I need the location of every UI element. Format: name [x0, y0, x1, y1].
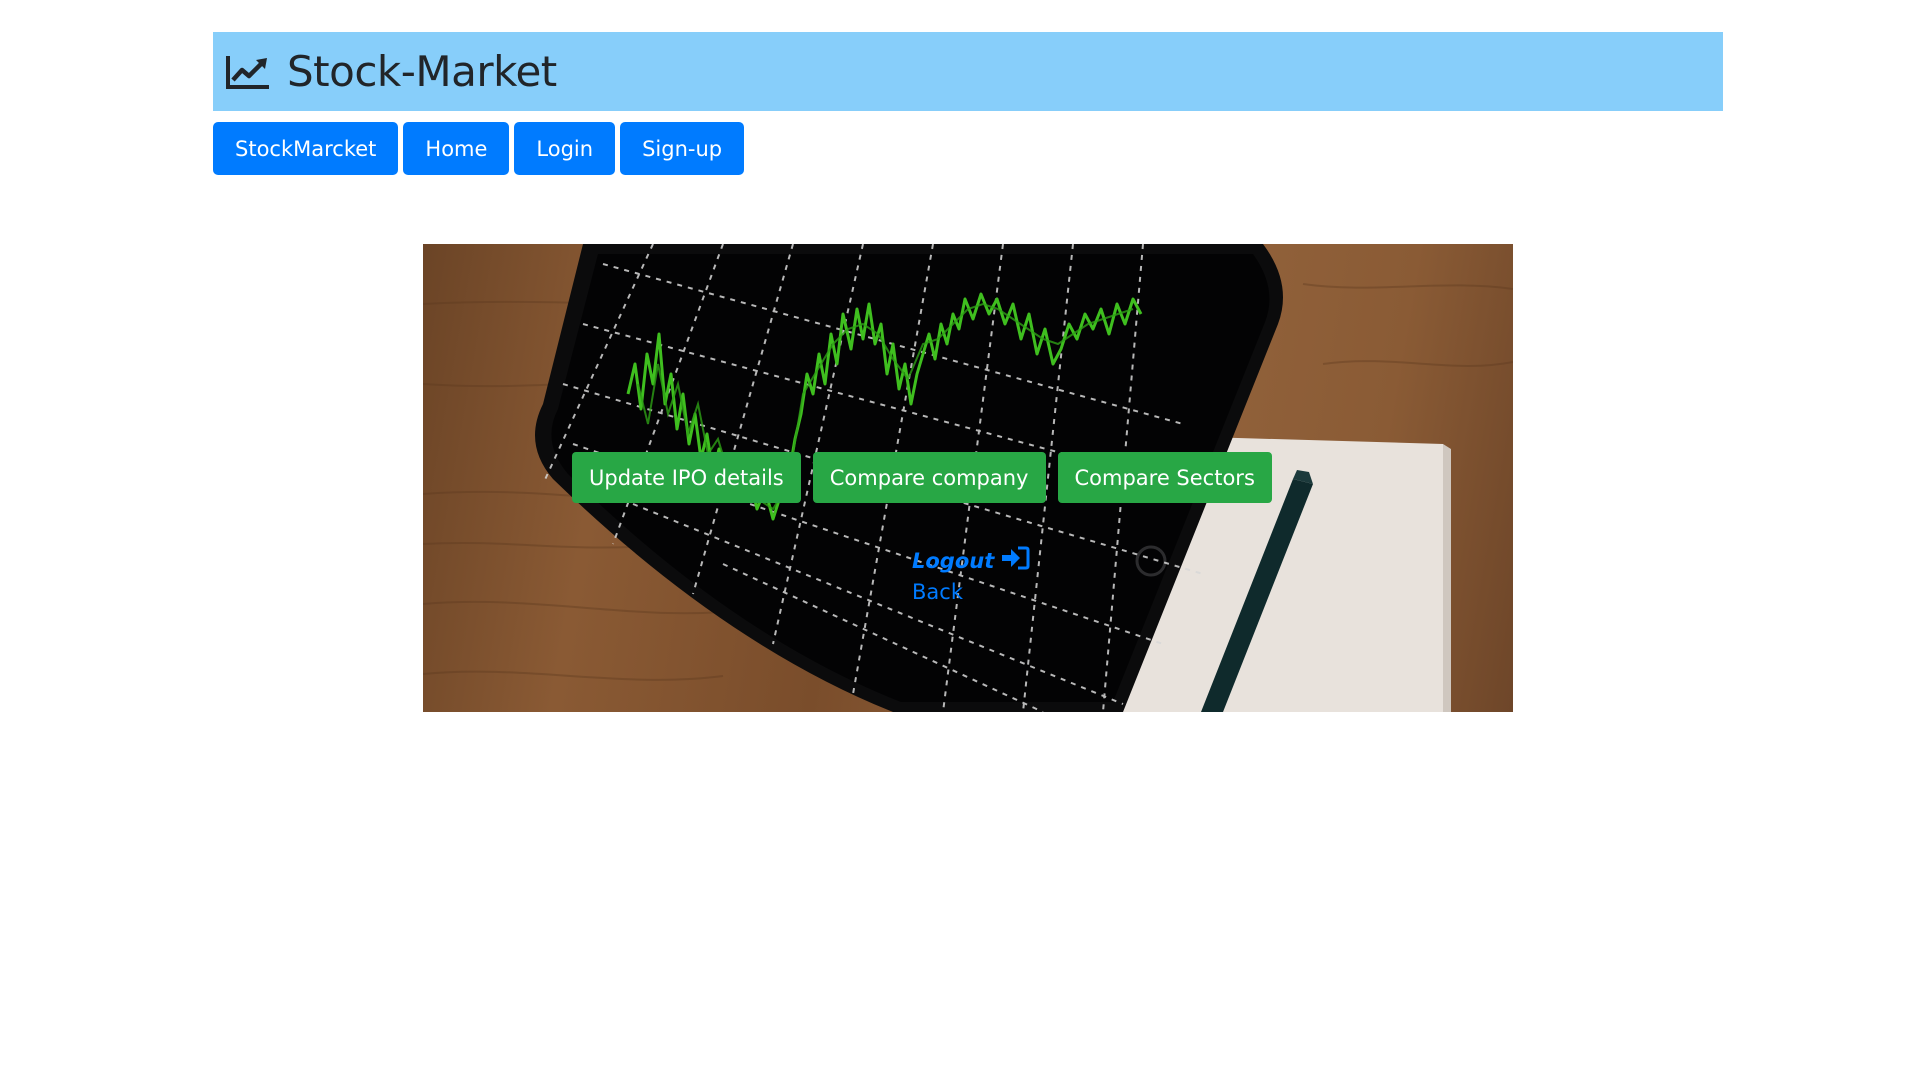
back-link[interactable]: Back: [912, 580, 963, 604]
compare-sectors-button[interactable]: Compare Sectors: [1057, 452, 1272, 503]
app-header: Stock-Market: [213, 32, 1723, 111]
chart-line-icon: [225, 52, 273, 92]
compare-company-button[interactable]: Compare company: [812, 452, 1046, 503]
nav-home-button[interactable]: Home: [403, 122, 510, 175]
logout-label: Logout: [912, 548, 995, 573]
logout-link[interactable]: Logout: [912, 546, 1030, 575]
app-title: Stock-Market: [287, 47, 557, 96]
hero-action-bar: Update IPO details Compare company Compa…: [572, 452, 1272, 503]
page: Stock-Market StockMarcket Home Login Sig…: [0, 0, 1920, 1080]
nav-signup-button[interactable]: Sign-up: [620, 122, 745, 175]
nav-stockmarcket-button[interactable]: StockMarcket: [213, 122, 399, 175]
nav-login-button[interactable]: Login: [514, 122, 616, 175]
sign-in-icon: [1000, 546, 1030, 575]
update-ipo-details-button[interactable]: Update IPO details: [572, 452, 801, 503]
hero-image: Update IPO details Compare company Compa…: [423, 244, 1513, 712]
top-nav: StockMarcket Home Login Sign-up: [213, 122, 745, 175]
